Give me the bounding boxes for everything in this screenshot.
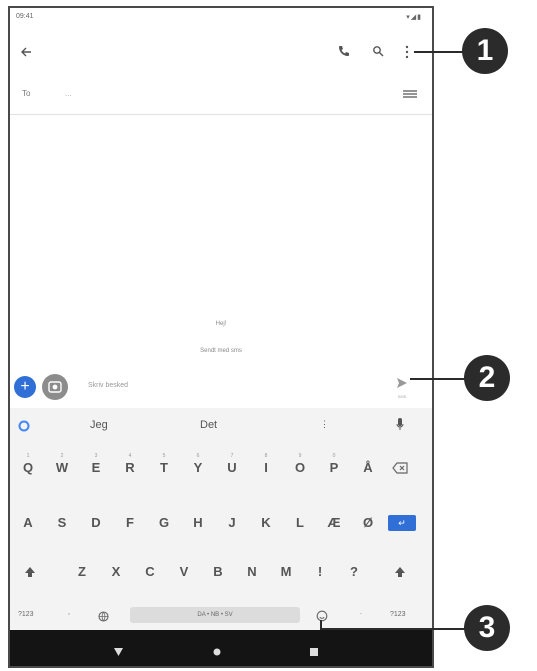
conversation-subtext: Sendt med sms — [200, 348, 242, 354]
callout-2: 2 — [464, 355, 510, 401]
shift-right-icon[interactable] — [394, 565, 406, 583]
shift-left-icon[interactable] — [24, 565, 36, 583]
key-k[interactable]: K — [254, 515, 278, 530]
key-z[interactable]: Z — [70, 564, 94, 579]
callout-1: 1 — [462, 28, 508, 74]
compose-row: + Skriv besked SMS — [10, 368, 432, 406]
callout-3: 3 — [464, 605, 510, 651]
key-ae[interactable]: Æ — [322, 515, 346, 530]
more-vert-icon[interactable] — [404, 45, 410, 61]
symbols-key-left[interactable]: ?123 — [18, 611, 34, 618]
key-row-1: 1Q 2W 3E 4R 5T 6Y 7U 8I 9O 0P Å — [10, 453, 432, 496]
suggestion-1[interactable]: Jeg — [90, 419, 108, 431]
key-m[interactable]: M — [274, 564, 298, 579]
key-i[interactable]: 8I — [254, 453, 278, 475]
recipient-row: To ... — [10, 78, 432, 115]
send-button[interactable]: SMS — [394, 376, 410, 399]
key-s[interactable]: S — [50, 515, 74, 530]
status-time: 09:41 — [16, 13, 34, 20]
search-icon[interactable] — [372, 45, 384, 59]
key-u[interactable]: 7U — [220, 453, 244, 475]
key-a[interactable]: A — [16, 515, 40, 530]
phone-icon[interactable] — [338, 45, 350, 59]
key-o[interactable]: 9O — [288, 453, 312, 475]
suggestion-separator: ⋮ — [320, 419, 329, 429]
key-q[interactable]: 1Q — [16, 453, 40, 475]
space-bar[interactable]: DA • NB • SV — [130, 607, 300, 623]
add-attachment-button[interactable]: + — [14, 376, 36, 398]
to-label: To — [22, 89, 31, 98]
suggestion-strip: Jeg Det ⋮ — [10, 408, 432, 444]
callout-1-leader — [414, 51, 464, 53]
key-h[interactable]: H — [186, 515, 210, 530]
app-bar — [10, 30, 432, 76]
key-g[interactable]: G — [152, 515, 176, 530]
key-row-3: Z X C V B N M ! ? — [10, 564, 432, 600]
key-oe[interactable]: Ø — [356, 515, 380, 530]
suggestion-2[interactable]: Det — [200, 419, 217, 431]
navigation-bar — [10, 630, 432, 666]
period-key[interactable]: . — [360, 609, 362, 616]
key-aa[interactable]: Å — [356, 460, 380, 475]
enter-button[interactable]: ↵ — [388, 515, 416, 531]
key-t[interactable]: 5T — [152, 453, 176, 475]
key-d[interactable]: D — [84, 515, 108, 530]
comma-key[interactable]: , — [68, 609, 70, 616]
key-exclamation[interactable]: ! — [308, 564, 332, 579]
status-bar: 09:41 ▾◢▮ — [10, 8, 432, 28]
emoji-icon[interactable] — [316, 609, 328, 627]
key-x[interactable]: X — [104, 564, 128, 579]
backspace-icon[interactable] — [392, 461, 408, 479]
key-j[interactable]: J — [220, 515, 244, 530]
globe-icon[interactable] — [98, 609, 109, 627]
key-p[interactable]: 0P — [322, 453, 346, 475]
status-icons: ▾◢▮ — [406, 14, 422, 21]
key-e[interactable]: 3E — [84, 453, 108, 475]
nav-recents-icon[interactable] — [310, 643, 318, 661]
key-w[interactable]: 2W — [50, 453, 74, 475]
back-arrow-icon[interactable] — [20, 46, 32, 60]
key-c[interactable]: C — [138, 564, 162, 579]
key-r[interactable]: 4R — [118, 453, 142, 475]
send-icon — [397, 378, 407, 388]
keyboard: Jeg Det ⋮ 1Q 2W 3E 4R 5T 6Y 7U 8I 9O 0P … — [10, 408, 432, 634]
callout-2-leader — [410, 378, 466, 380]
gallery-button[interactable] — [42, 374, 68, 400]
message-input[interactable]: Skriv besked — [88, 382, 128, 389]
google-icon[interactable] — [18, 419, 30, 437]
key-f[interactable]: F — [118, 515, 142, 530]
key-l[interactable]: L — [288, 515, 312, 530]
nav-back-icon[interactable] — [114, 643, 123, 661]
dialpad-icon[interactable] — [402, 86, 418, 104]
key-y[interactable]: 6Y — [186, 453, 210, 475]
conversation-text: Hej! — [215, 321, 227, 327]
key-row-2: A S D F G H J K L Æ Ø ↵ — [10, 515, 432, 551]
recipient-input[interactable]: ... — [65, 89, 72, 98]
key-b[interactable]: B — [206, 564, 230, 579]
gallery-icon — [48, 381, 62, 393]
key-n[interactable]: N — [240, 564, 264, 579]
key-question[interactable]: ? — [342, 564, 366, 579]
nav-home-icon[interactable] — [213, 643, 221, 661]
callout-3-leader — [320, 628, 466, 630]
key-v[interactable]: V — [172, 564, 196, 579]
send-sms-label: SMS — [397, 394, 407, 399]
symbols-key-right[interactable]: ?123 — [390, 611, 406, 618]
tablet-screen: 09:41 ▾◢▮ To ... Hej! Sendt med sms + Sk… — [8, 6, 434, 668]
mic-icon[interactable] — [396, 418, 404, 436]
